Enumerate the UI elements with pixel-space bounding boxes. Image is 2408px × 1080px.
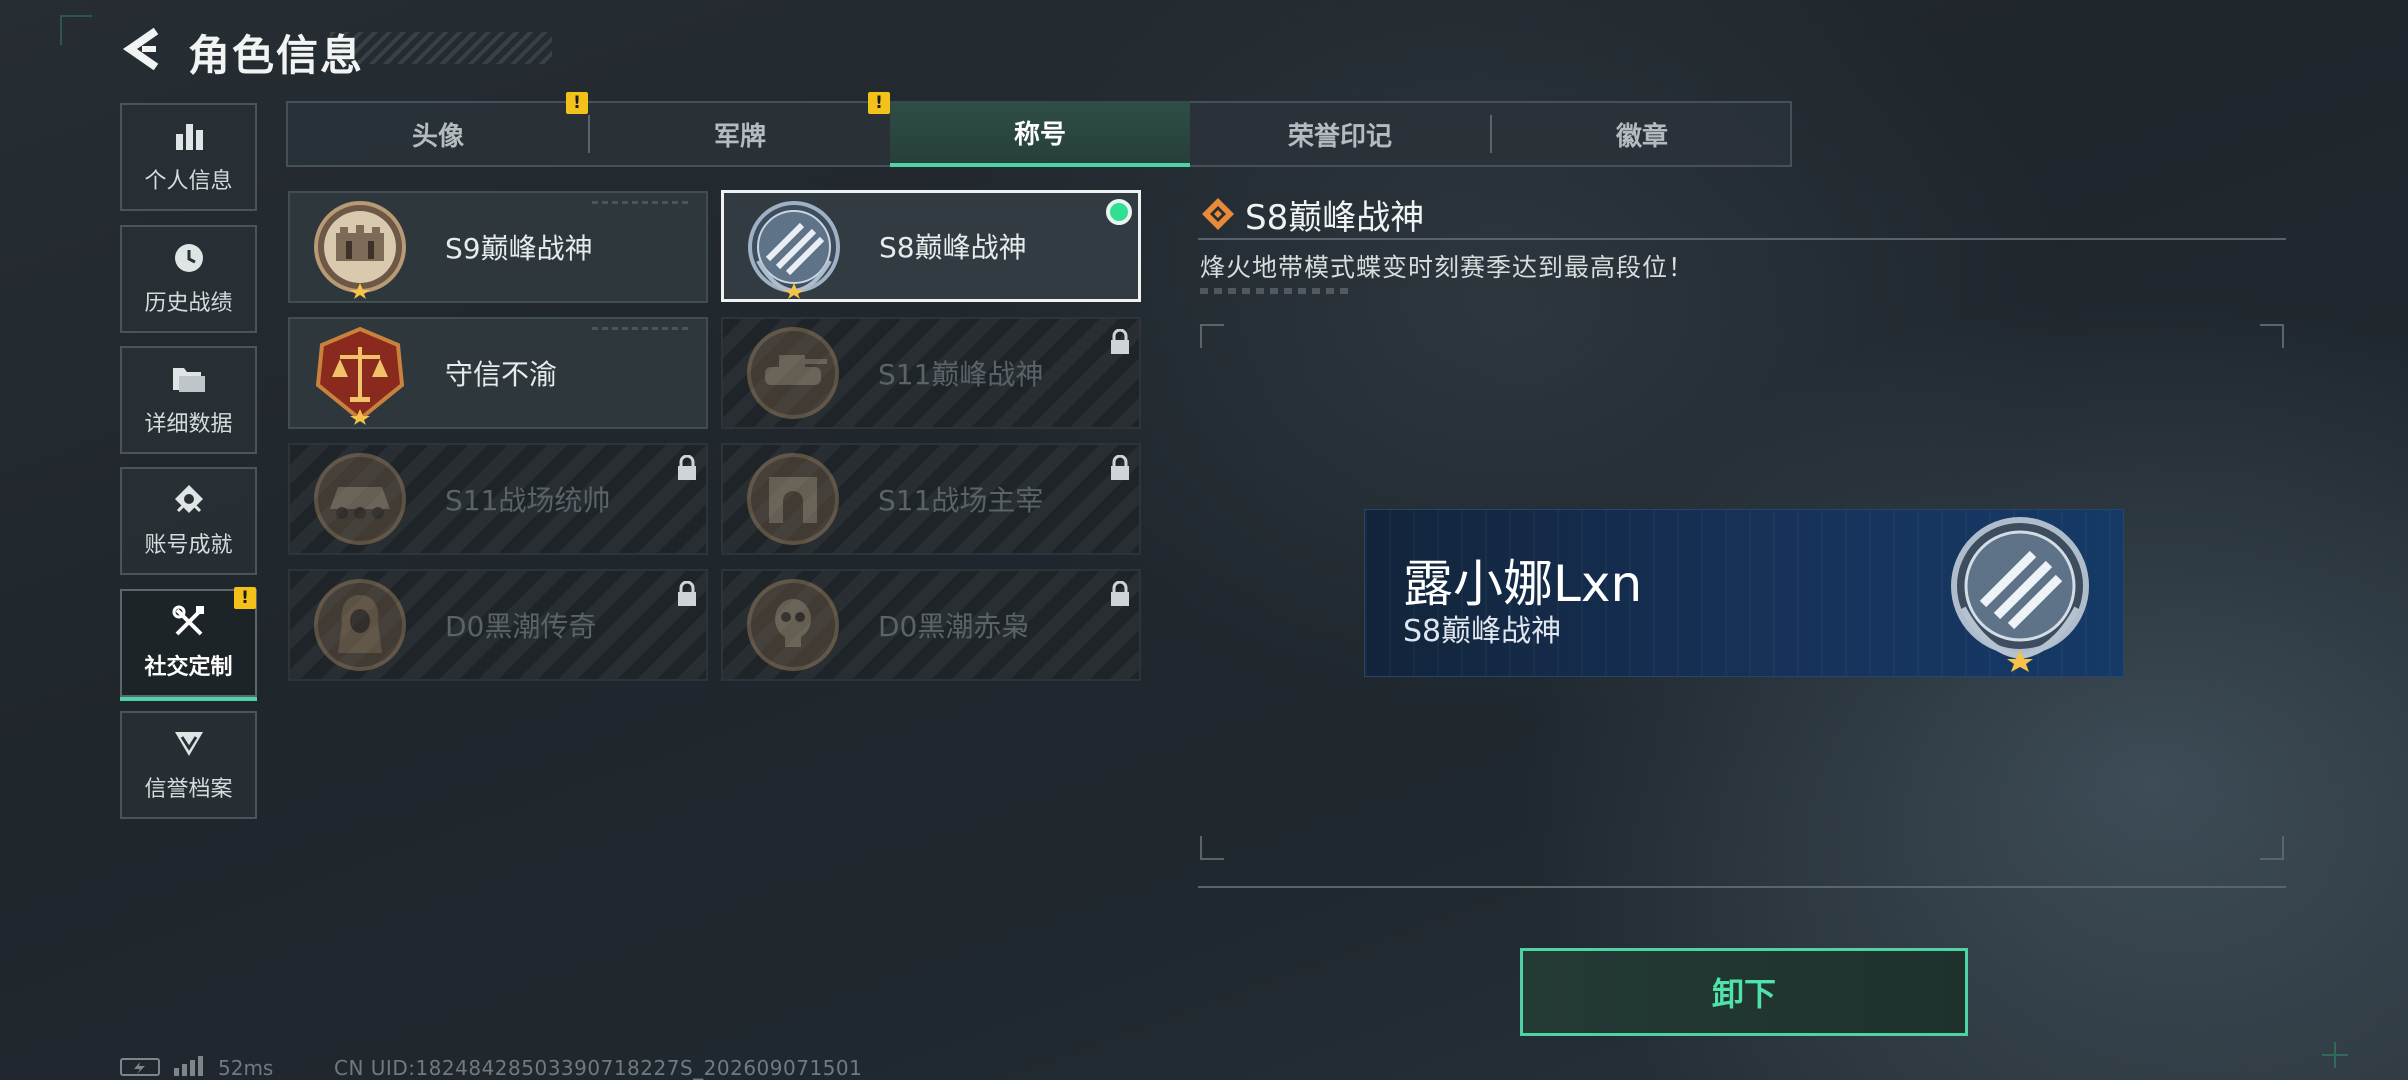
arch-medal-icon [747,453,839,545]
title-name: D0黑潮赤枭 [878,610,1030,643]
apc-medal-icon [314,453,406,545]
chevron-left-icon [122,27,159,71]
warning-badge: ! [234,587,256,609]
signal-icon [174,1054,203,1076]
sidebar-item-personal-info[interactable]: 个人信息 [120,103,257,211]
sidebar-item-label: 详细数据 [144,412,233,437]
title-name: S8巅峰战神 [879,231,1027,264]
tab-avatar[interactable]: 头像 [288,103,588,165]
page-title: 角色信息 [188,31,365,80]
preview-title: S8巅峰战神 [1403,614,1562,649]
achievement-icon [171,483,207,517]
lock-icon [678,581,696,606]
sidebar-item-label: 信誉档案 [144,777,233,802]
lock-icon [1111,455,1129,480]
back-button[interactable] [118,24,166,74]
tools-icon [171,605,207,639]
title-card-locked[interactable]: S11战场主宰 [721,443,1141,555]
title-card-locked[interactable]: S11巅峰战神 [721,317,1141,429]
fortress-medal-icon [314,201,406,299]
title-card-locked[interactable]: S11战场统帅 [288,443,708,555]
shield-chevron-icon [171,727,207,761]
title-name: 守信不渝 [445,358,558,391]
warning-badge: ! [566,92,588,114]
battery-icon [120,1058,160,1076]
title-name: D0黑潮传奇 [445,610,597,643]
title-name: S11战场统帅 [445,484,611,517]
folder-icon [171,362,207,396]
sidebar-item-detailed-data[interactable]: 详细数据 [120,346,257,454]
tab-bar: 头像 军牌 称号 荣誉印记 徽章 [286,101,1792,167]
lock-icon [1111,329,1129,354]
crosshair-decoration [2322,1042,2348,1068]
unequip-button[interactable]: 卸下 [1520,948,1968,1036]
detail-title-name: S8巅峰战神 [1245,198,1425,238]
ping-value: 52ms [218,1056,274,1080]
user-uid: CN UID:18248428503390718227S_20260907150… [334,1056,863,1080]
frame-corner [2260,324,2284,348]
skull-medal-icon [747,579,839,671]
sidebar-item-history[interactable]: 历史战绩 [120,225,257,333]
card-decoration [592,201,692,204]
clock-icon [171,241,207,275]
frame-corner [2260,836,2284,860]
title-name: S9巅峰战神 [445,232,593,265]
sidebar-item-label: 账号成就 [144,533,233,558]
tank-medal-icon [747,327,839,419]
peak-god-medal-icon [1951,517,2089,672]
bar-chart-icon [171,119,207,153]
sidebar-item-label: 历史战绩 [144,291,233,316]
diamond-icon [1202,198,1234,230]
description-decoration [1200,288,1350,294]
title-name: S11巅峰战神 [878,358,1044,391]
title-card-locked[interactable]: D0黑潮传奇 [288,569,708,681]
tab-badge[interactable]: 徽章 [1492,103,1792,165]
frame-corner [1200,836,1224,860]
corner-decoration [60,15,92,45]
divider [1198,886,2286,888]
title-card-locked[interactable]: D0黑潮赤枭 [721,569,1141,681]
sidebar-item-achievements[interactable]: 账号成就 [120,467,257,575]
scales-medal-icon [315,326,405,425]
equipped-indicator [1106,199,1132,225]
sidebar-item-label: 社交定制 [144,655,233,680]
title-name: S11战场主宰 [878,484,1044,517]
detail-description: 烽火地带模式蝶变时刻赛季达到最高段位！ [1200,253,1695,282]
tab-title[interactable]: 称号 [890,101,1190,167]
tab-honor-mark[interactable]: 荣誉印记 [1190,103,1490,165]
sidebar-item-credit-file[interactable]: 信誉档案 [120,711,257,819]
lock-icon [1111,581,1129,606]
sidebar-item-label: 个人信息 [144,169,233,194]
lock-icon [678,455,696,480]
frame-corner [1200,324,1224,348]
title-card-selected[interactable]: S8巅峰战神 [721,190,1141,302]
tab-dog-tag[interactable]: 军牌 [590,103,890,165]
peak-god-medal-icon [748,201,840,299]
warning-badge: ! [868,92,890,114]
title-preview-banner: 露小娜Lxn S8巅峰战神 [1364,509,2124,677]
title-card[interactable]: S9巅峰战神 [288,191,708,303]
card-decoration [592,327,692,330]
title-card[interactable]: 守信不渝 [288,317,708,429]
divider [1198,238,2286,240]
hooded-figure-medal-icon [314,579,406,671]
